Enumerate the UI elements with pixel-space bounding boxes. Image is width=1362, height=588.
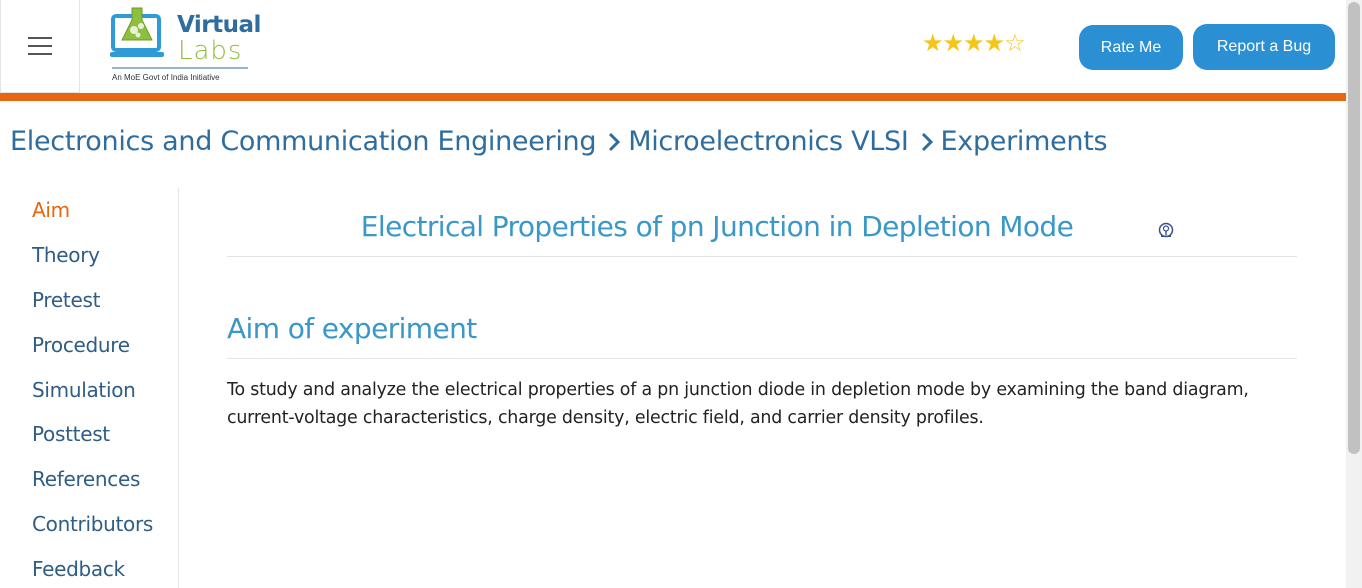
sidebar-item-contributors[interactable]: Contributors	[32, 512, 153, 536]
scrollbar-thumb[interactable]	[1348, 2, 1360, 454]
logo-tagline: An MoE Govt of India Initiative	[112, 73, 220, 82]
experiment-title: Electrical Properties of pn Junction in …	[360, 210, 1074, 243]
chevron-right-icon	[606, 131, 622, 153]
sidebar-item-feedback[interactable]: Feedback	[32, 557, 125, 581]
sidebar-item-posttest[interactable]: Posttest	[32, 422, 110, 446]
section-heading: Aim of experiment	[227, 312, 477, 345]
section-divider	[227, 358, 1297, 359]
star-empty-icon[interactable]: ☆	[1004, 30, 1025, 57]
chevron-right-icon	[919, 131, 935, 153]
sidebar-item-simulation[interactable]: Simulation	[32, 378, 136, 402]
institute-emblem-icon	[1158, 222, 1174, 238]
breadcrumb-item-experiments[interactable]: Experiments	[941, 126, 1108, 157]
header-accent-bar	[0, 93, 1346, 101]
title-divider	[227, 256, 1297, 257]
sidebar-item-pretest[interactable]: Pretest	[32, 288, 100, 312]
menu-line-icon	[28, 45, 52, 47]
breadcrumb-item-lab[interactable]: Microelectronics VLSI	[628, 126, 909, 157]
star-filled-icon[interactable]: ★	[963, 30, 984, 57]
logo-text-labs: Labs	[178, 36, 243, 66]
aim-description: To study and analyze the electrical prop…	[227, 380, 1249, 428]
rate-me-button[interactable]: Rate Me	[1079, 25, 1183, 70]
menu-line-icon	[28, 37, 52, 39]
breadcrumb: Electronics and Communication Engineerin…	[10, 126, 1108, 157]
breadcrumb-item-discipline[interactable]: Electronics and Communication Engineerin…	[10, 126, 597, 157]
menu-line-icon	[28, 53, 52, 55]
star-filled-icon[interactable]: ★	[922, 30, 943, 57]
sidebar-item-procedure[interactable]: Procedure	[32, 333, 130, 357]
logo-text-virtual: Virtual	[177, 12, 261, 38]
sidebar-item-references[interactable]: References	[32, 467, 140, 491]
report-bug-button[interactable]: Report a Bug	[1193, 24, 1335, 70]
star-filled-icon[interactable]: ★	[984, 30, 1005, 57]
page: Virtual Labs An MoE Govt of India Initia…	[0, 0, 1362, 588]
sidebar-item-theory[interactable]: Theory	[32, 243, 100, 267]
star-filled-icon[interactable]: ★	[943, 30, 964, 57]
header: Virtual Labs An MoE Govt of India Initia…	[0, 0, 1346, 93]
hamburger-menu-button[interactable]	[0, 0, 80, 93]
sidebar-item-aim[interactable]: Aim	[32, 198, 70, 222]
rating-stars[interactable]: ★★★★☆	[922, 30, 1026, 57]
